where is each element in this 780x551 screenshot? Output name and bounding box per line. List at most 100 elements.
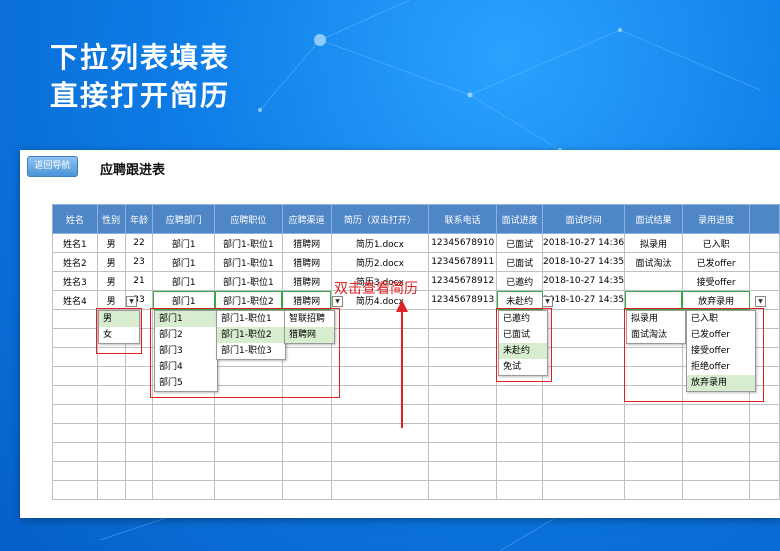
table-cell[interactable]	[152, 442, 216, 462]
table-cell[interactable]: 部门1-职位1	[214, 252, 283, 272]
table-cell[interactable]	[624, 442, 683, 462]
table-cell[interactable]	[52, 385, 98, 405]
table-cell[interactable]	[749, 233, 780, 253]
table-cell[interactable]	[124, 385, 154, 405]
table-cell[interactable]	[624, 480, 683, 500]
table-cell[interactable]	[542, 328, 626, 348]
table-cell[interactable]	[124, 404, 154, 424]
table-cell[interactable]	[428, 423, 498, 443]
table-cell[interactable]: 姓名1	[52, 233, 98, 253]
table-cell[interactable]	[428, 442, 498, 462]
table-cell[interactable]: 拟录用	[624, 233, 683, 253]
table-cell[interactable]: 男	[96, 252, 126, 272]
table-cell[interactable]: 男	[96, 271, 126, 291]
table-cell[interactable]	[96, 423, 126, 443]
table-cell[interactable]: 姓名3	[52, 271, 98, 291]
table-cell[interactable]: 猎聘网	[281, 271, 332, 291]
table-cell[interactable]	[542, 404, 626, 424]
table-cell[interactable]: 部门1-职位1	[214, 233, 283, 253]
table-cell[interactable]	[152, 461, 216, 481]
table-cell[interactable]: 部门1-职位1	[214, 271, 283, 291]
table-cell[interactable]	[96, 461, 126, 481]
table-cell[interactable]	[214, 404, 283, 424]
table-cell[interactable]: 2018-10-27 14:36	[542, 233, 626, 253]
table-cell[interactable]: 部门1	[152, 233, 216, 253]
table-cell[interactable]	[496, 442, 544, 462]
table-cell[interactable]: 简历1.docx	[330, 233, 430, 253]
table-cell[interactable]	[681, 480, 751, 500]
table-cell[interactable]	[281, 480, 332, 500]
table-cell[interactable]	[330, 366, 430, 386]
table-cell[interactable]	[428, 309, 498, 329]
table-cell[interactable]	[52, 461, 98, 481]
table-cell[interactable]	[214, 461, 283, 481]
table-cell[interactable]	[542, 366, 626, 386]
table-cell[interactable]	[152, 423, 216, 443]
table-cell[interactable]	[52, 423, 98, 443]
table-cell[interactable]: 男	[96, 290, 126, 310]
table-cell[interactable]	[281, 461, 332, 481]
table-cell[interactable]	[681, 423, 751, 443]
table-cell[interactable]	[330, 347, 430, 367]
table-cell[interactable]: 21	[124, 271, 154, 291]
table-cell[interactable]	[749, 423, 780, 443]
table-cell[interactable]: 12345678911	[428, 252, 498, 272]
table-cell[interactable]	[52, 442, 98, 462]
table-cell[interactable]: 男	[96, 233, 126, 253]
table-cell[interactable]	[52, 366, 98, 386]
table-cell[interactable]	[624, 423, 683, 443]
table-cell[interactable]	[681, 442, 751, 462]
table-cell[interactable]	[542, 385, 626, 405]
table-cell[interactable]	[330, 328, 430, 348]
table-cell[interactable]: 面试淘汰	[624, 252, 683, 272]
table-cell[interactable]: 已邀约	[496, 271, 544, 291]
table-cell[interactable]	[330, 480, 430, 500]
table-cell[interactable]: 已发offer	[681, 252, 751, 272]
table-cell[interactable]	[52, 328, 98, 348]
table-cell[interactable]: 姓名4	[52, 290, 98, 310]
table-cell[interactable]	[124, 461, 154, 481]
table-cell[interactable]: 2018-10-27 14:35	[542, 252, 626, 272]
table-cell[interactable]	[749, 271, 780, 291]
table-cell[interactable]	[496, 480, 544, 500]
table-cell[interactable]: 已面试	[496, 252, 544, 272]
table-cell[interactable]: 未赴约	[496, 290, 544, 310]
table-cell[interactable]	[749, 480, 780, 500]
table-cell[interactable]: 猎聘网	[281, 290, 332, 310]
table-cell[interactable]	[124, 423, 154, 443]
table-cell[interactable]: 猎聘网	[281, 233, 332, 253]
table-cell[interactable]	[124, 480, 154, 500]
table-cell[interactable]: 12345678912	[428, 271, 498, 291]
table-cell[interactable]: 已入职	[681, 233, 751, 253]
table-cell[interactable]	[52, 309, 98, 329]
table-cell[interactable]	[52, 347, 98, 367]
table-cell[interactable]: 2018-10-27 14:35	[542, 290, 626, 310]
table-cell[interactable]	[496, 461, 544, 481]
table-cell[interactable]	[624, 271, 683, 291]
table-cell[interactable]: 23	[124, 252, 154, 272]
table-cell[interactable]	[428, 347, 498, 367]
table-cell[interactable]	[330, 404, 430, 424]
table-cell[interactable]: 猎聘网	[281, 252, 332, 272]
table-cell[interactable]	[281, 423, 332, 443]
table-cell[interactable]: 2018-10-27 14:35	[542, 271, 626, 291]
table-cell[interactable]	[428, 385, 498, 405]
hire-dropdown-arrow[interactable]: ▼	[755, 296, 766, 307]
table-cell[interactable]: 部门1	[152, 271, 216, 291]
table-cell[interactable]	[428, 366, 498, 386]
table-cell[interactable]: 姓名2	[52, 252, 98, 272]
table-cell[interactable]: 简历2.docx	[330, 252, 430, 272]
gender-dropdown-arrow[interactable]: ▼	[126, 296, 137, 307]
table-cell[interactable]: 已面试	[496, 233, 544, 253]
table-cell[interactable]: 12345678910	[428, 233, 498, 253]
table-cell[interactable]	[428, 328, 498, 348]
table-cell[interactable]	[681, 461, 751, 481]
table-cell[interactable]	[624, 290, 683, 310]
table-cell[interactable]	[330, 385, 430, 405]
table-cell[interactable]	[124, 442, 154, 462]
table-cell[interactable]	[542, 461, 626, 481]
table-cell[interactable]: 22	[124, 233, 154, 253]
table-cell[interactable]	[330, 461, 430, 481]
table-cell[interactable]	[428, 404, 498, 424]
table-cell[interactable]	[749, 404, 780, 424]
